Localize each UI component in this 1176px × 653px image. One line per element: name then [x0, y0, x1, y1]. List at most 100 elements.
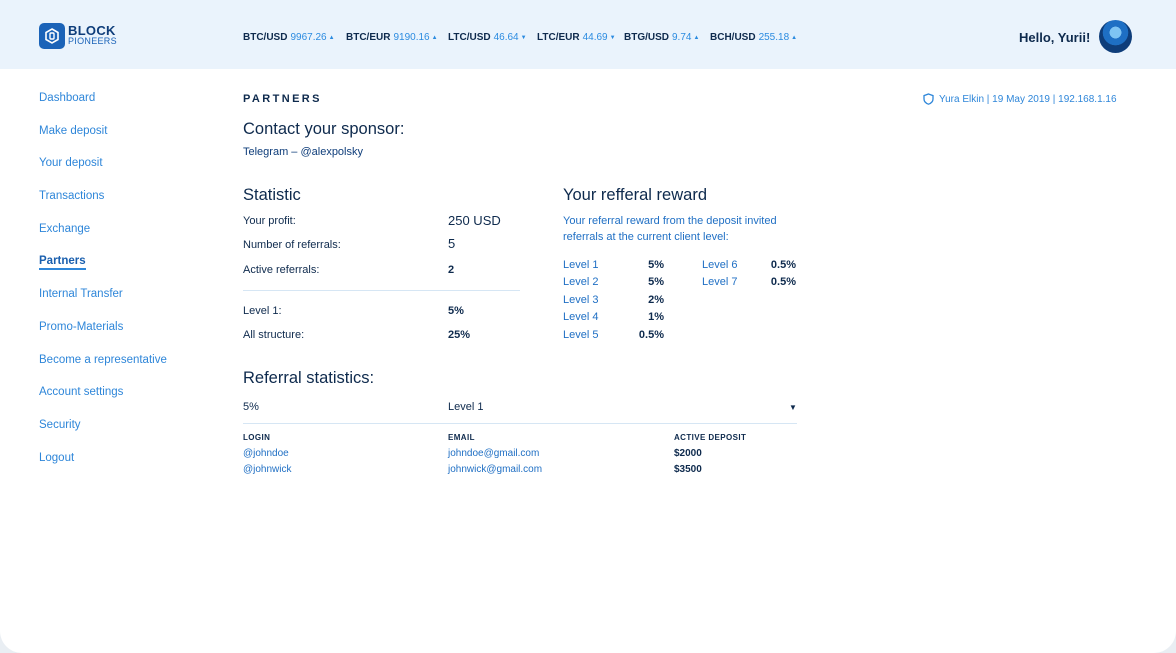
- arrow-down-icon: ▼: [520, 34, 527, 41]
- sidebar-item-dashboard[interactable]: Dashboard: [39, 91, 167, 124]
- ticker-pair: BTC/EUR: [346, 32, 391, 43]
- statistic-heading: Statistic: [243, 186, 301, 204]
- column-header-email: EMAIL: [448, 433, 475, 442]
- session-info-text: Yura Elkin | 19 May 2019 | 192.168.1.16: [939, 93, 1117, 105]
- reward-level-pct: 0.5%: [638, 329, 664, 341]
- sidebar-item-label: Your deposit: [39, 157, 103, 170]
- table-cell-email[interactable]: johnwick@gmail.com: [448, 464, 542, 475]
- ticker-btg-usd: BTG/USD 9.74 ▲: [624, 32, 710, 43]
- ticker-price: 46.64: [493, 32, 519, 43]
- sidebar-item-label: Make deposit: [39, 124, 108, 137]
- brand-name-line1: BLOCK: [68, 23, 116, 38]
- ticker-bch-usd: BCH/USD 255.18 ▲: [710, 32, 797, 43]
- filter-percent: 5%: [243, 401, 259, 413]
- reward-level-pct: 2%: [648, 294, 664, 306]
- all-structure-value: 25%: [448, 329, 471, 341]
- column-header-login: LOGIN: [243, 433, 271, 442]
- active-referrals-label: Active referrals:: [243, 264, 320, 276]
- divider: [243, 290, 520, 291]
- arrow-down-icon: ▼: [609, 34, 616, 41]
- referrals-value: 5: [448, 236, 456, 251]
- ticker-pair: BTC/USD: [243, 32, 288, 43]
- profit-value: 250 USD: [448, 213, 501, 228]
- page-title: PARTNERS: [243, 93, 322, 105]
- avatar[interactable]: [1099, 20, 1132, 53]
- ticker-pair: LTC/EUR: [537, 32, 580, 43]
- reward-description-line2: referrals at the current client level:: [563, 231, 729, 243]
- reward-level-pct: 0.5%: [770, 259, 796, 271]
- arrow-up-icon: ▲: [693, 34, 700, 41]
- ticker-price: 255.18: [758, 32, 790, 43]
- level1-label: Level 1:: [243, 305, 282, 317]
- reward-description-line1: Your referral reward from the deposit in…: [563, 215, 777, 227]
- ticker-pair: BTG/USD: [624, 32, 669, 43]
- sponsor-heading: Contact your sponsor:: [243, 120, 405, 138]
- brand-logo[interactable]: BLOCK PIONEERS: [39, 23, 117, 49]
- table-cell-deposit: $2000: [674, 448, 702, 459]
- arrow-up-icon: ▲: [431, 34, 438, 41]
- divider: [243, 423, 797, 424]
- sidebar-nav: Dashboard Make deposit Your deposit Tran…: [39, 91, 167, 483]
- sidebar-item-label: Transactions: [39, 190, 105, 203]
- sidebar-item-make-deposit[interactable]: Make deposit: [39, 124, 167, 157]
- sidebar-item-exchange[interactable]: Exchange: [39, 222, 167, 255]
- sidebar-item-become-representative[interactable]: Become a representative: [39, 353, 167, 386]
- sponsor-contact[interactable]: Telegram – @alexpolsky: [243, 146, 363, 158]
- app-window: BLOCK PIONEERS BTC/USD 9967.26 ▲ BTC/EUR…: [0, 0, 1176, 653]
- sidebar-item-partners[interactable]: Partners: [39, 254, 167, 287]
- table-cell-email[interactable]: johndoe@gmail.com: [448, 448, 539, 459]
- ticker-pair: LTC/USD: [448, 32, 491, 43]
- table-cell-login: @johndoe: [243, 448, 289, 459]
- sidebar-item-label: Exchange: [39, 222, 91, 235]
- ticker-btc-usd: BTC/USD 9967.26 ▲: [243, 32, 346, 43]
- reward-level-name: Level 7: [702, 276, 738, 288]
- arrow-up-icon: ▲: [791, 34, 798, 41]
- sidebar-item-label: Security: [39, 418, 81, 431]
- ticker-price: 9967.26: [290, 32, 327, 43]
- all-structure-label: All structure:: [243, 329, 305, 341]
- sidebar-item-label: Account settings: [39, 386, 124, 399]
- top-header: BLOCK PIONEERS BTC/USD 9967.26 ▲ BTC/EUR…: [0, 0, 1176, 69]
- reward-level-pct: 5%: [648, 276, 664, 288]
- sidebar-item-transactions[interactable]: Transactions: [39, 189, 167, 222]
- reward-level-name: Level 6: [702, 259, 738, 271]
- profit-label: Your profit:: [243, 215, 296, 227]
- level1-value: 5%: [448, 305, 464, 317]
- reward-heading: Your refferal reward: [563, 186, 707, 204]
- ticker-pair: BCH/USD: [710, 32, 756, 43]
- table-cell-login: @johnwick: [243, 464, 292, 475]
- sidebar-item-label: Become a representative: [39, 353, 167, 366]
- sidebar-item-security[interactable]: Security: [39, 418, 167, 451]
- reward-level-pct: 5%: [648, 259, 664, 271]
- reward-level-name: Level 4: [563, 311, 599, 323]
- sidebar-item-label: Internal Transfer: [39, 288, 123, 301]
- reward-level-name: Level 2: [563, 276, 599, 288]
- ticker-ltc-usd: LTC/USD 46.64 ▼: [448, 32, 537, 43]
- sidebar-item-logout[interactable]: Logout: [39, 451, 167, 484]
- reward-level-name: Level 5: [563, 329, 599, 341]
- column-header-active-deposit: ACTIVE DEPOSIT: [674, 433, 747, 442]
- active-referrals-value: 2: [448, 264, 455, 276]
- ticker-price: 44.69: [582, 32, 608, 43]
- sidebar-item-label: Dashboard: [39, 92, 96, 104]
- reward-level-pct: 1%: [648, 311, 664, 323]
- referrals-label: Number of referrals:: [243, 239, 341, 251]
- sidebar-item-label: Logout: [39, 451, 75, 464]
- sidebar-item-label: Partners: [39, 255, 86, 271]
- chevron-down-icon[interactable]: ▼: [789, 403, 797, 412]
- ticker-ltc-eur: LTC/EUR 44.69 ▼: [537, 32, 624, 43]
- ticker-btc-eur: BTC/EUR 9190.16 ▲: [346, 32, 448, 43]
- reward-level-pct: 0.5%: [770, 276, 796, 288]
- sidebar-item-account-settings[interactable]: Account settings: [39, 385, 167, 418]
- reward-level-name: Level 1: [563, 259, 599, 271]
- ticker-price: 9190.16: [393, 32, 430, 43]
- sidebar-item-your-deposit[interactable]: Your deposit: [39, 156, 167, 189]
- referral-stats-heading: Referral statistics:: [243, 369, 375, 387]
- sidebar-item-internal-transfer[interactable]: Internal Transfer: [39, 287, 167, 320]
- reward-level-name: Level 3: [563, 294, 599, 306]
- level-select[interactable]: Level 1: [448, 401, 483, 413]
- ticker-price: 9.74: [672, 32, 692, 43]
- sidebar-item-promo-materials[interactable]: Promo-Materials: [39, 320, 167, 353]
- price-tickers: BTC/USD 9967.26 ▲ BTC/EUR 9190.16 ▲ LTC/…: [243, 32, 797, 43]
- table-cell-deposit: $3500: [674, 464, 702, 475]
